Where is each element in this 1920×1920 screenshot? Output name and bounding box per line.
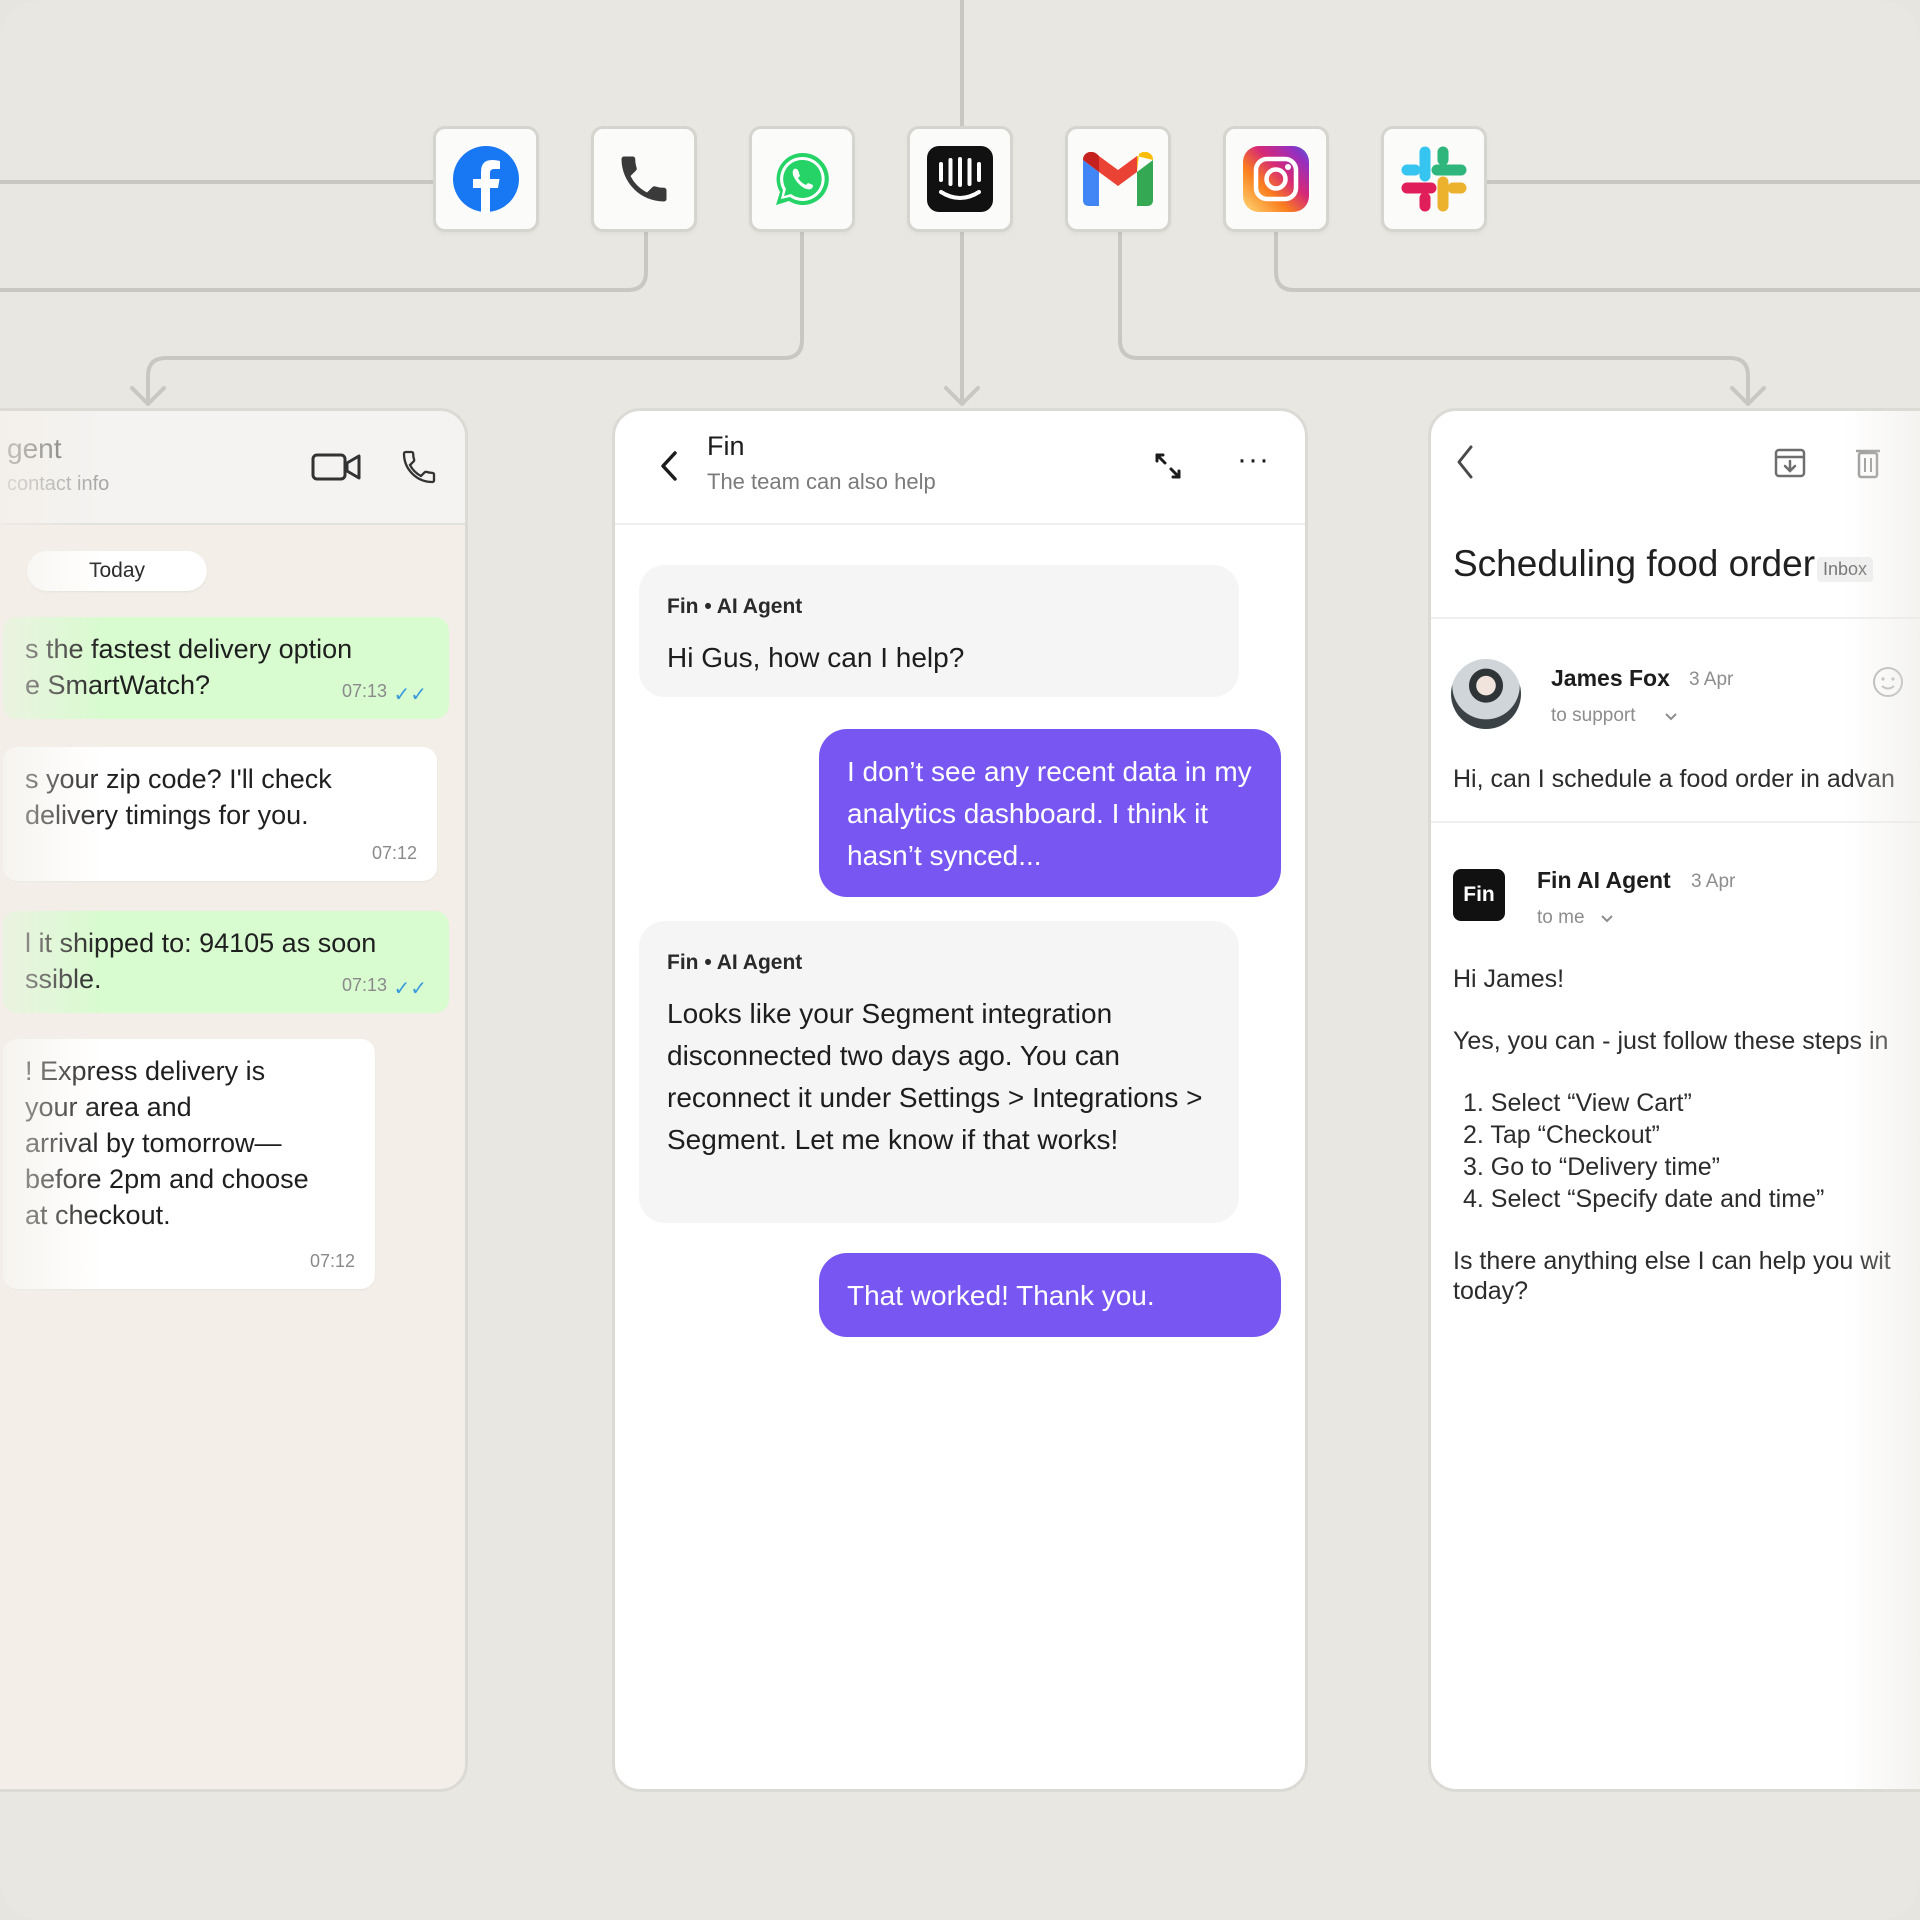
fin-avatar: Fin [1453,869,1505,921]
back-chevron-icon[interactable] [1453,443,1477,481]
avatar [1451,659,1521,729]
ai-message-bubble: Fin • AI Agent Hi Gus, how can I help? [639,565,1239,697]
facebook-channel-button[interactable] [433,126,539,232]
ai-message-text: Hi Gus, how can I help? [667,642,965,673]
slack-icon [1401,146,1467,212]
whatsapp-channel-button[interactable] [749,126,855,232]
inbox-label-badge[interactable]: Inbox [1817,557,1874,582]
phone-icon [621,156,667,202]
email-step: 3. Go to “Delivery time” [1463,1153,1721,1181]
instagram-channel-button[interactable] [1223,126,1329,232]
recipient-dropdown[interactable]: to support [1551,705,1636,727]
email-date: 3 Apr [1691,871,1736,892]
chevron-down-icon[interactable] [1663,711,1679,723]
emoji-reaction-icon[interactable] [1871,665,1905,699]
user-message-bubble: I don’t see any recent data in my analyt… [819,729,1281,897]
voice-call-icon[interactable] [399,447,439,487]
whatsapp-chat-panel: gent contact info Today s the fastest de… [0,408,468,1792]
message-bubble-outgoing[interactable]: l it shipped to: 94105 as soon ssible. 0… [3,911,449,1013]
email-step: 1. Select “View Cart” [1463,1089,1692,1117]
expand-icon[interactable] [1153,451,1183,481]
email-thread-panel: Scheduling food order Inbox James Fox 3 … [1428,408,1920,1792]
read-receipt-icon: ✓✓ [393,978,427,1000]
video-call-icon[interactable] [311,449,363,485]
agent-subtitle: The team can also help [707,469,936,494]
read-receipt-icon: ✓✓ [393,684,427,706]
divider [1431,617,1920,619]
omnichannel-canvas: gent contact info Today s the fastest de… [0,0,1920,1920]
message-time: 07:13 [341,975,387,995]
sender-name: James Fox [1551,665,1670,691]
gmail-icon [1083,152,1153,206]
messenger-header: Fin The team can also help ··· [615,411,1305,525]
ai-message-text: Looks like your Segment integration disc… [667,998,1203,1155]
ai-message-bubble: Fin • AI Agent Looks like your Segment i… [639,921,1239,1223]
back-chevron-icon[interactable] [657,449,681,483]
contact-info-link[interactable]: contact info [7,473,109,496]
email-intro: Yes, you can - just follow these steps i… [1453,1027,1889,1055]
contact-name[interactable]: gent [7,433,62,465]
date-separator: Today [27,551,207,591]
email-preview: Hi, can I schedule a food order in advan [1453,765,1895,793]
ai-sender-label: Fin • AI Agent [667,951,803,974]
user-message-bubble: That worked! Thank you. [819,1253,1281,1337]
message-time: 07:12 [309,1251,355,1271]
email-closing: Is there anything else I can help you wi… [1453,1247,1891,1275]
slack-channel-button[interactable] [1381,126,1487,232]
email-greeting: Hi James! [1453,965,1565,993]
divider [1431,821,1920,823]
message-bubble-incoming[interactable]: s your zip code? I'll check delivery tim… [3,747,437,881]
email-closing: today? [1453,1277,1529,1305]
trash-icon[interactable] [1853,445,1883,479]
instagram-icon [1243,146,1309,212]
email-step: 4. Select “Specify date and time” [1463,1185,1825,1213]
phone-channel-button[interactable] [591,126,697,232]
intercom-icon [927,146,993,212]
email-date: 3 Apr [1689,669,1734,690]
archive-icon[interactable] [1773,445,1807,479]
message-bubble-incoming[interactable]: ! Express delivery is your area and arri… [3,1039,375,1289]
email-subject: Scheduling food order [1453,543,1816,584]
chevron-down-icon[interactable] [1599,913,1615,925]
whatsapp-header: gent contact info [0,411,465,525]
ai-sender-label: Fin • AI Agent [667,595,803,618]
message-time: 07:13 [341,681,387,701]
fin-messenger-panel: Fin The team can also help ··· Fin • AI … [612,408,1308,1792]
whatsapp-icon [776,152,829,205]
more-options-icon[interactable]: ··· [1237,443,1270,477]
facebook-icon [453,146,519,213]
intercom-channel-button[interactable] [907,126,1013,232]
sender-name: Fin AI Agent [1537,867,1671,893]
message-bubble-outgoing[interactable]: s the fastest delivery option e SmartWat… [3,617,449,719]
recipient-dropdown[interactable]: to me [1537,907,1585,929]
email-step: 2. Tap “Checkout” [1463,1121,1660,1149]
message-time: 07:12 [371,843,417,863]
agent-name: Fin [707,431,745,461]
gmail-channel-button[interactable] [1065,126,1171,232]
